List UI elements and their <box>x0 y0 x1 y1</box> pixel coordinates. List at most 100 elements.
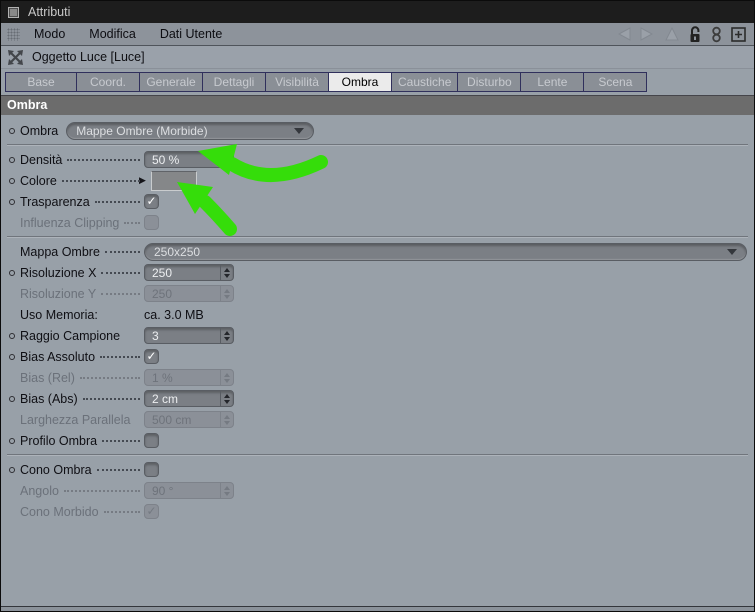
stepper-down-icon[interactable] <box>224 420 230 425</box>
tab-disturbo[interactable]: Disturbo <box>457 72 522 92</box>
history-forward-icon[interactable] <box>640 27 656 41</box>
section-header[interactable]: Ombra <box>1 95 754 115</box>
param-label: Profilo Ombra <box>20 433 98 448</box>
larghezza-parallela-spinner[interactable]: 500 cm <box>144 411 234 428</box>
stepper-up-icon[interactable] <box>224 154 230 159</box>
param-control: 90 ° <box>144 482 748 499</box>
color-expander-icon[interactable]: ▶ <box>139 175 146 186</box>
history-back-icon[interactable] <box>615 27 631 41</box>
ombra-dropdown[interactable]: Mappe Ombre (Morbide) <box>66 121 315 140</box>
stepper-up-icon[interactable] <box>224 288 230 293</box>
stepper-down-icon[interactable] <box>224 378 230 383</box>
tab-coord[interactable]: Coord. <box>76 72 140 92</box>
keyframe-cell <box>7 156 20 163</box>
mappa-ombre-dropdown[interactable]: 250x250 <box>144 242 747 261</box>
keyframe-dot-icon[interactable] <box>9 198 15 205</box>
keyframe-dot-icon[interactable] <box>9 353 15 360</box>
spinner-value: 250 <box>152 286 173 301</box>
param-label-wrap: Ombra <box>20 124 58 138</box>
stepper-up-icon[interactable] <box>224 267 230 272</box>
stepper-buttons[interactable] <box>220 483 233 498</box>
keyframe-cell <box>7 437 20 444</box>
stepper-down-icon[interactable] <box>224 336 230 341</box>
stepper-down-icon[interactable] <box>224 160 230 165</box>
dotted-leader <box>82 393 140 400</box>
stepper-down-icon[interactable] <box>224 294 230 299</box>
densit-spinner[interactable]: 50 % <box>144 151 234 168</box>
stepper-buttons[interactable] <box>220 152 233 167</box>
lock-icon[interactable] <box>688 25 702 43</box>
stepper-buttons[interactable] <box>220 370 233 385</box>
keyframe-dot-icon[interactable] <box>9 466 15 473</box>
menu-modifica[interactable]: Modifica <box>89 27 136 41</box>
dotted-leader <box>102 435 140 442</box>
tab-base[interactable]: Base <box>5 72 77 92</box>
stepper-up-icon[interactable] <box>224 414 230 419</box>
bias-assoluto-checkbox[interactable]: ✓ <box>144 349 159 364</box>
stepper-down-icon[interactable] <box>224 399 230 404</box>
keyframe-dot-icon[interactable] <box>9 269 15 276</box>
cono-ombra-checkbox[interactable] <box>144 462 159 477</box>
param-label-wrap: Larghezza Parallela <box>20 413 144 427</box>
tab-dettagli[interactable]: Dettagli <box>202 72 266 92</box>
param-label: Mappa Ombre <box>20 244 100 259</box>
param-label-wrap: Uso Memoria: <box>20 308 144 322</box>
window-menu-icon[interactable] <box>8 6 19 18</box>
param-label-wrap: Colore <box>20 174 144 188</box>
cono-morbido-checkbox[interactable]: ✓ <box>144 504 159 519</box>
stepper-buttons[interactable] <box>220 412 233 427</box>
uso-memoria-value: ca. 3.0 MB <box>144 307 204 322</box>
param-label: Risoluzione X <box>20 265 97 280</box>
keyframe-dot-icon[interactable] <box>9 127 15 134</box>
drag-grip-icon[interactable] <box>7 27 20 41</box>
profilo-ombra-checkbox[interactable] <box>144 433 159 448</box>
keyframe-dot-icon[interactable] <box>9 332 15 339</box>
stepper-up-icon[interactable] <box>224 372 230 377</box>
stepper-down-icon[interactable] <box>224 273 230 278</box>
param-label: Trasparenza <box>20 194 90 209</box>
stepper-down-icon[interactable] <box>224 491 230 496</box>
stepper-buttons[interactable] <box>220 286 233 301</box>
link-icon[interactable] <box>711 26 722 43</box>
menu-modo[interactable]: Modo <box>34 27 65 41</box>
tab-visibilit[interactable]: Visibilità <box>265 72 329 92</box>
bias-abs-spinner[interactable]: 2 cm <box>144 390 234 407</box>
dotted-leader <box>101 288 140 295</box>
stepper-buttons[interactable] <box>220 391 233 406</box>
titlebar[interactable]: Attributi <box>1 1 754 23</box>
keyframe-dot-icon[interactable] <box>9 156 15 163</box>
param-label: Uso Memoria: <box>20 307 98 322</box>
angolo-spinner[interactable]: 90 ° <box>144 482 234 499</box>
dotted-leader <box>101 267 140 274</box>
trasparenza-checkbox[interactable]: ✓ <box>144 194 159 209</box>
param-row-colore: Colore ▶ <box>7 170 748 191</box>
menu-dati-utente[interactable]: Dati Utente <box>160 27 223 41</box>
tab-scena[interactable]: Scena <box>583 72 648 92</box>
spinner-value: 500 cm <box>152 412 192 427</box>
influenza-clipping-checkbox[interactable] <box>144 215 159 230</box>
tab-lente[interactable]: Lente <box>520 72 585 92</box>
chevron-down-icon <box>294 127 305 134</box>
stepper-buttons[interactable] <box>220 265 233 280</box>
keyframe-dot-icon[interactable] <box>9 437 15 444</box>
color-swatch[interactable] <box>150 170 197 191</box>
bias-rel-spinner[interactable]: 1 % <box>144 369 234 386</box>
mode-arrow-icon[interactable] <box>665 27 679 41</box>
risoluzione-y-spinner[interactable]: 250 <box>144 285 234 302</box>
stepper-up-icon[interactable] <box>224 393 230 398</box>
keyframe-dot-icon[interactable] <box>9 177 15 184</box>
add-panel-icon[interactable] <box>731 26 746 42</box>
keyframe-dot-icon[interactable] <box>9 395 15 402</box>
stepper-up-icon[interactable] <box>224 485 230 490</box>
stepper-up-icon[interactable] <box>224 330 230 335</box>
tab-caustiche[interactable]: Caustiche <box>391 72 459 92</box>
spinner-value: 250 <box>152 265 173 280</box>
param-row-bias-abs: Bias (Abs) 2 cm <box>7 388 748 409</box>
tab-ombra[interactable]: Ombra <box>328 72 392 92</box>
tab-generale[interactable]: Generale <box>139 72 203 92</box>
light-object-icon <box>8 49 23 65</box>
menubar-icons <box>615 25 746 43</box>
stepper-buttons[interactable] <box>220 328 233 343</box>
raggio-campione-spinner[interactable]: 3 <box>144 327 234 344</box>
risoluzione-x-spinner[interactable]: 250 <box>144 264 234 281</box>
